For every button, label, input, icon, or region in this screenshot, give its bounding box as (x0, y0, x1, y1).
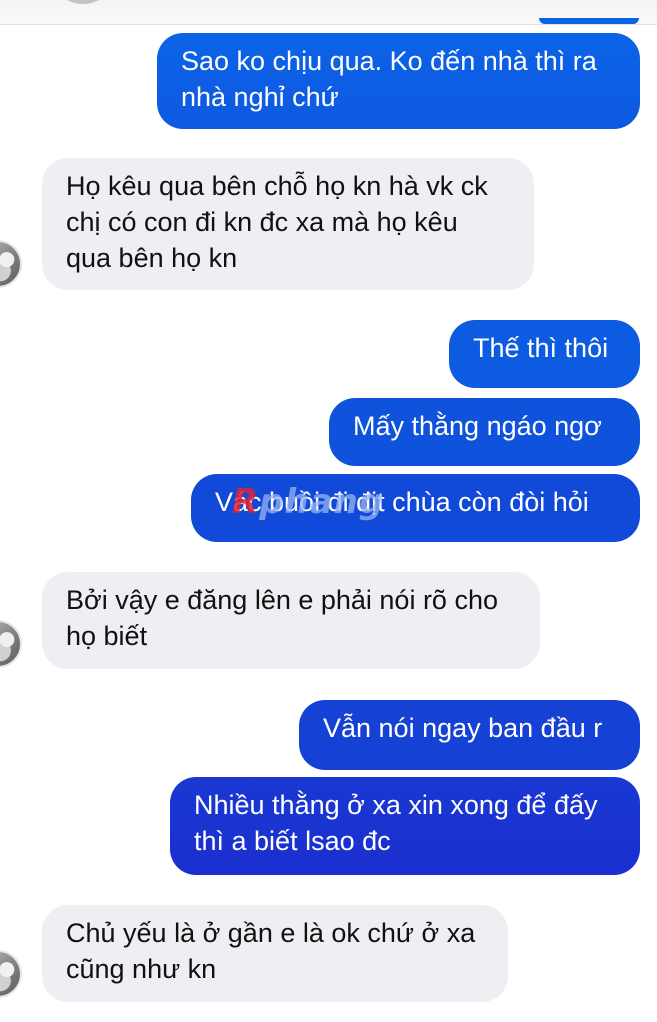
outgoing-message[interactable]: Vẫn nói ngay ban đầu r (299, 700, 640, 770)
contact-avatar[interactable] (0, 620, 22, 668)
contact-avatar[interactable] (0, 950, 22, 998)
contact-avatar[interactable] (0, 240, 22, 288)
outgoing-message[interactable]: Mấy thằng ngáo ngơ (329, 398, 640, 466)
incoming-message[interactable]: Họ kêu qua bên chỗ họ kn hà vk ck chị có… (42, 158, 534, 290)
outgoing-message[interactable]: Sao ko chịu qua. Ko đến nhà thì ra nhà n… (157, 33, 640, 129)
outgoing-message[interactable]: Nhiều thằng ở xa xin xong để đấy thì a b… (170, 777, 640, 875)
incoming-message[interactable]: Chủ yếu là ở gần e là ok chứ ở xa cũng n… (42, 905, 508, 1002)
outgoing-message[interactable]: Vác buồi đi địt chùa còn đòi hỏi (191, 474, 640, 542)
previous-bubble-edge (539, 18, 639, 24)
outgoing-message[interactable]: Thế thì thôi (449, 320, 640, 388)
incoming-message[interactable]: Bởi vậy e đăng lên e phải nói rõ cho họ … (42, 572, 540, 669)
